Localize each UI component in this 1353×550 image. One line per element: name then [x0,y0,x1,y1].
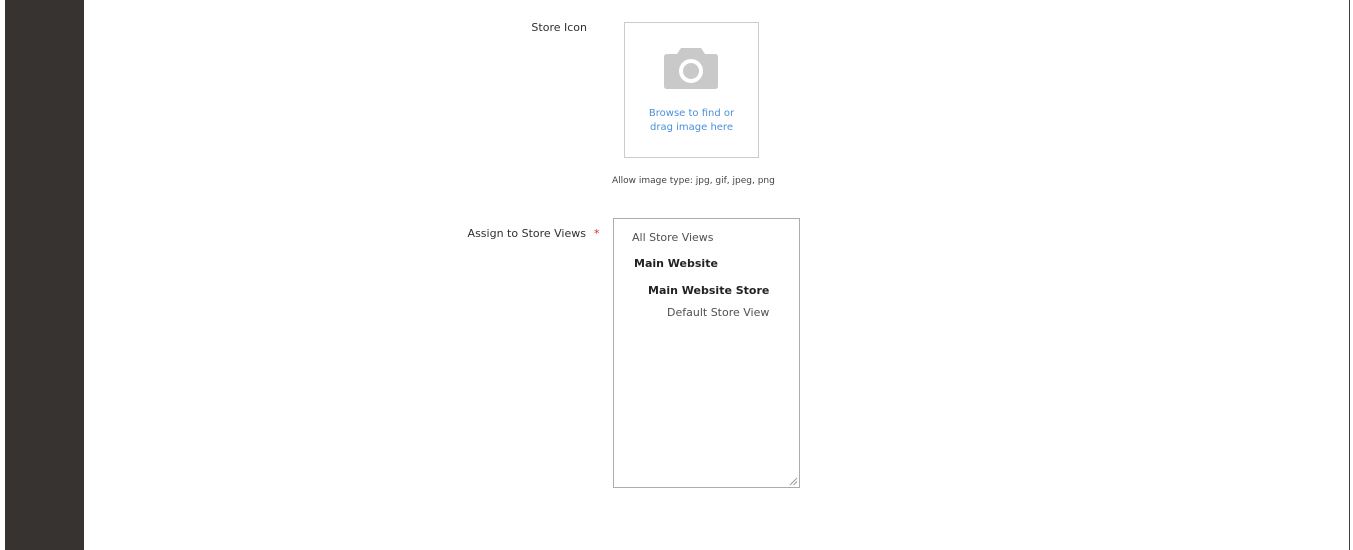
image-upload-dropzone[interactable]: Browse to find or drag image here [624,22,759,158]
admin-sidebar [5,0,84,550]
optgroup-main-website-store: Main Website Store [648,284,770,297]
browse-text-line2: drag image here [650,122,733,133]
allowed-types-note: Allow image type: jpg, gif, jpeg, png [612,176,775,186]
page-edge-divider [1349,0,1350,550]
assign-store-views-label: Assign to Store Views [467,227,586,240]
optgroup-main-website: Main Website [634,257,718,270]
resize-grip-icon[interactable] [789,477,798,486]
required-indicator: * [594,227,600,240]
store-views-multiselect[interactable]: All Store Views Main Website Main Websit… [613,218,800,488]
browse-link[interactable]: Browse to find or drag image here [625,107,758,135]
option-default-store-view[interactable]: Default Store View [667,306,769,319]
option-all-store-views[interactable]: All Store Views [632,231,714,244]
camera-icon [664,48,718,89]
store-icon-label: Store Icon [531,21,587,34]
browse-text-line1: Browse to find or [648,108,735,119]
